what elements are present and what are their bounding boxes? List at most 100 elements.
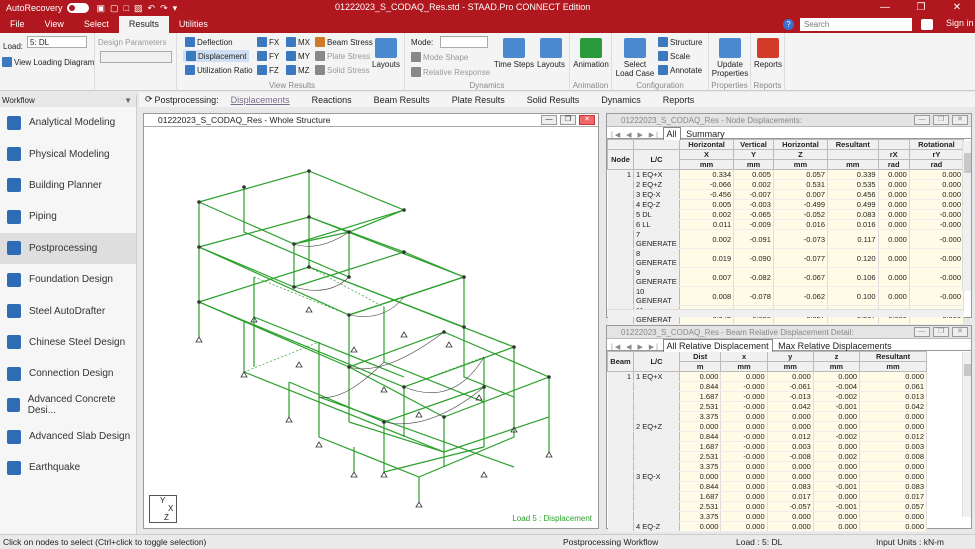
design-parameters-select[interactable] — [100, 51, 172, 63]
column-header[interactable] — [827, 149, 879, 160]
tab-all-relative-displacement[interactable]: All Relative Displacement — [662, 339, 773, 352]
column-header[interactable]: rX — [877, 149, 910, 160]
column-header[interactable]: Node — [607, 149, 634, 170]
pin-icon[interactable]: ▼ — [124, 95, 132, 107]
table-row[interactable]: 3 EQ-X 0.000 0.000 0.000 0.000 0.000 — [607, 471, 927, 482]
structure-model[interactable] — [144, 127, 598, 527]
column-header[interactable]: y — [766, 351, 814, 362]
column-header[interactable]: Beam — [607, 351, 634, 372]
tab-solid-results[interactable]: Solid Results — [527, 95, 580, 105]
menu-results[interactable]: Results — [118, 16, 169, 33]
tab-max-relative-displacements[interactable]: Max Relative Displacements — [775, 340, 895, 352]
table-row[interactable]: 11 EQ+X 0.000 0.000 0.000 0.000 0.000 — [607, 371, 927, 382]
viewport-minimize-button[interactable]: — — [541, 115, 557, 125]
table-row[interactable]: 8 GENERATE 0.019 -0.090 -0.077 0.120 0.000 -0.… — [607, 248, 965, 268]
column-header[interactable]: Dist — [678, 351, 722, 362]
fz-button[interactable]: FZ — [257, 65, 279, 75]
autorecovery-toggle[interactable] — [66, 3, 89, 13]
search-input[interactable]: Search — [800, 18, 912, 31]
column-header[interactable]: X — [678, 149, 735, 160]
solid-stress-button[interactable]: Solid Stress — [315, 65, 370, 75]
relative-response-button[interactable]: Relative Response — [411, 67, 490, 77]
account-icon[interactable] — [921, 19, 933, 30]
beam-stress-button[interactable]: Beam Stress — [315, 37, 373, 47]
table-row[interactable]: 5 DL 0.002 -0.065 -0.052 0.083 0.000 -0.000 — [607, 209, 965, 220]
table-row[interactable]: 0.844 -0.000 0.012 -0.002 0.012 — [607, 431, 927, 442]
update-properties-button[interactable]: Update Properties — [711, 38, 749, 78]
close-button[interactable]: ✕ — [939, 0, 975, 16]
minimize-button[interactable]: — — [867, 0, 903, 16]
scroll-thumb[interactable] — [964, 364, 971, 376]
node-table-vscroll[interactable] — [962, 141, 971, 291]
time-steps-button[interactable]: Time Steps — [493, 38, 535, 69]
table-row[interactable]: 9 GENERATE 0.007 -0.082 -0.067 0.106 0.000 -0.… — [607, 267, 965, 287]
tab-reactions[interactable]: Reactions — [312, 95, 352, 105]
table-row[interactable]: 3 EQ-X -0.456 -0.007 0.007 0.456 0.000 0.000 — [607, 189, 965, 200]
table-row[interactable]: 2.531 -0.000 0.042 -0.001 0.042 — [607, 401, 927, 412]
tab-dynamics[interactable]: Dynamics — [601, 95, 641, 105]
table-row[interactable]: 4 EQ-Z 0.000 0.000 0.000 0.000 0.000 — [607, 521, 927, 532]
beam-table-vscroll[interactable] — [962, 352, 971, 517]
column-header[interactable]: Resultant — [859, 351, 927, 362]
table-row[interactable]: 7 GENERATE 0.002 -0.091 -0.073 0.117 0.000 -0.… — [607, 229, 965, 249]
table-row[interactable]: 2.531 0.000 -0.057 -0.001 0.057 — [607, 501, 927, 512]
table-row[interactable]: 1.687 0.000 0.017 0.000 0.017 — [607, 491, 927, 502]
menu-select[interactable]: Select — [74, 16, 119, 33]
workflow-item[interactable]: Advanced Concrete Desi... — [0, 390, 136, 421]
workflow-item[interactable]: Piping — [0, 201, 136, 232]
column-header[interactable]: Z — [772, 149, 829, 160]
tab-beam-results[interactable]: Beam Results — [374, 95, 430, 105]
my-button[interactable]: MY — [286, 51, 310, 61]
displacement-button[interactable]: Displacement — [183, 50, 250, 62]
tab-summary[interactable]: Summary — [683, 128, 728, 140]
menu-view[interactable]: View — [35, 16, 74, 33]
utilization-ratio-button[interactable]: Utilization Ratio — [185, 65, 253, 75]
annotate-button[interactable]: Annotate — [658, 65, 702, 75]
column-header[interactable]: Y — [733, 149, 774, 160]
viewport-close-button[interactable]: ✕ — [579, 115, 595, 125]
undo-icon[interactable]: ↶ — [148, 3, 156, 14]
menu-utilities[interactable]: Utilities — [169, 16, 218, 33]
table-row[interactable]: 10 GENERAT 0.008 -0.078 -0.062 0.100 0.000 -0.… — [607, 286, 965, 306]
workflow-item[interactable]: Analytical Modeling — [0, 107, 136, 138]
table-row[interactable]: 3.375 0.000 0.000 0.000 0.000 — [607, 411, 927, 422]
node-table-minimize-button[interactable]: — — [914, 115, 930, 125]
sign-in-link[interactable]: Sign in — [946, 18, 974, 28]
viewport-restore-button[interactable]: ❐ — [560, 115, 576, 125]
column-header[interactable]: rY — [908, 149, 965, 160]
scale-button[interactable]: Scale — [658, 51, 690, 61]
structure-viewport[interactable]: 01222023_S_CODAQ_Res - Whole Structure —… — [143, 113, 599, 529]
table-row[interactable]: 2 EQ+Z 0.000 0.000 0.000 0.000 0.000 — [607, 421, 927, 432]
table-row[interactable]: 11 EQ+X 0.334 0.005 0.057 0.339 0.000 0.000 — [607, 169, 965, 180]
workflow-item[interactable]: Physical Modeling — [0, 138, 136, 169]
save-icon[interactable]: ▣ — [97, 3, 106, 14]
animation-button[interactable]: Animation — [572, 38, 610, 69]
layouts-dynamics-button[interactable]: Layouts — [537, 38, 565, 69]
tab-displacements[interactable]: Displacements — [231, 95, 290, 105]
deflection-button[interactable]: Deflection — [185, 37, 233, 47]
folder-icon[interactable]: ▨ — [134, 3, 143, 14]
column-header[interactable]: x — [720, 351, 768, 362]
tab-all[interactable]: All — [662, 127, 681, 140]
load-select[interactable]: 5: DL — [27, 36, 87, 48]
workflow-item[interactable]: Foundation Design — [0, 264, 136, 295]
open-icon[interactable]: □ — [124, 3, 129, 14]
table-row[interactable]: 1.687 -0.000 -0.013 -0.002 0.013 — [607, 391, 927, 402]
node-table-restore-button[interactable]: ❐ — [933, 115, 949, 125]
workflow-item[interactable]: Steel AutoDrafter — [0, 295, 136, 326]
table-row[interactable]: 3.375 0.000 0.000 0.000 0.000 — [607, 511, 927, 522]
help-icon[interactable]: ? — [783, 19, 794, 30]
table-row[interactable]: 2 EQ+Z -0.066 0.002 0.531 0.535 0.000 0.000 — [607, 179, 965, 190]
beam-table-restore-button[interactable]: ❐ — [933, 327, 949, 337]
mode-shape-button[interactable]: Mode Shape — [411, 52, 468, 62]
select-load-case-button[interactable]: Select Load Case — [615, 38, 655, 78]
reports-button[interactable]: Reports — [753, 38, 783, 69]
plate-stress-button[interactable]: Plate Stress — [315, 51, 370, 61]
workflow-item[interactable]: Postprocessing — [0, 232, 136, 264]
new-icon[interactable]: ▢ — [110, 3, 119, 14]
structure-button[interactable]: Structure — [658, 37, 702, 47]
column-header[interactable]: z — [812, 351, 861, 362]
table-row[interactable]: 2.531 -0.000 -0.008 0.002 0.008 — [607, 451, 927, 462]
mode-select[interactable] — [440, 36, 488, 48]
beam-table-close-button[interactable]: ✕ — [952, 327, 968, 337]
